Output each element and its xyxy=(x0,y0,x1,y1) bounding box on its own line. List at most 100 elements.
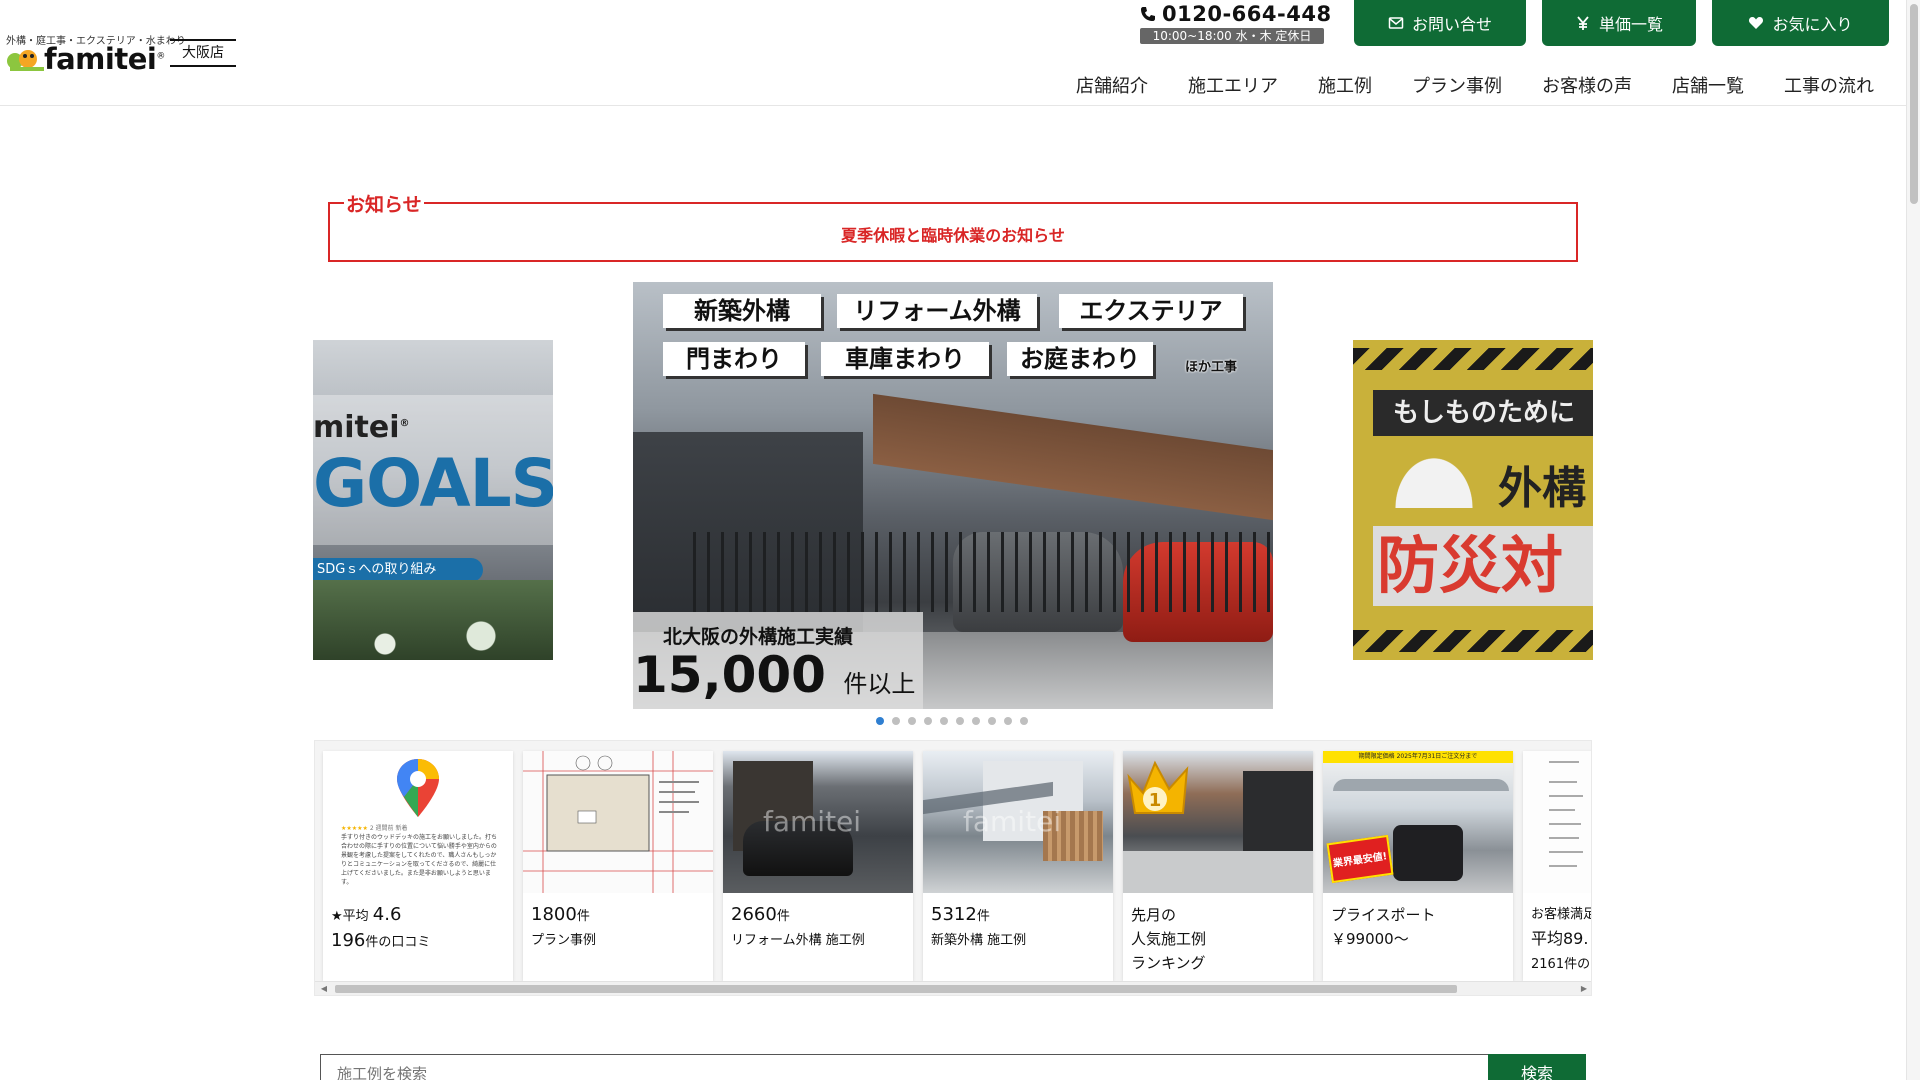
nav-process[interactable]: 工事の流れ xyxy=(1764,72,1874,98)
favorites-button[interactable]: お気に入り xyxy=(1712,0,1889,46)
campaign-banner: 期間限定価格 2025年7月31日ご注文分まで xyxy=(1323,751,1513,763)
carousel-dot[interactable] xyxy=(892,717,900,725)
carousel-dot[interactable] xyxy=(876,717,884,725)
card-ranking[interactable]: 1 先月の 人気施工例 ランキング xyxy=(1123,751,1313,981)
card-image xyxy=(1523,751,1591,893)
card-reform-works[interactable]: famitei 2660件 リフォーム外構 施工例 xyxy=(723,751,913,981)
carousel-dot[interactable] xyxy=(988,717,996,725)
card-image: 1 xyxy=(1123,751,1313,893)
slide-heading: もしものために xyxy=(1373,390,1593,436)
card-text: お客様満足度 平均89. 2161件の xyxy=(1531,907,1591,972)
carousel-slide-prev[interactable]: mitei® GOALS SDGｓへの取り組み xyxy=(313,340,553,660)
card-satisfaction[interactable]: お客様満足度 平均89. 2161件の xyxy=(1523,751,1591,981)
card-image xyxy=(523,751,713,893)
slide-brand: mitei® xyxy=(313,410,410,445)
card-text: 先月の 人気施工例 ランキング xyxy=(1131,906,1207,972)
card-text: プライスポート ￥99000～ xyxy=(1331,906,1436,948)
hazard-stripe xyxy=(1353,348,1593,370)
phone-number[interactable]: 0120-664-448 xyxy=(1140,2,1331,26)
scroll-left-arrow-icon[interactable]: ◀ xyxy=(319,984,329,994)
carousel-dots xyxy=(876,717,1028,725)
carousel-dot[interactable] xyxy=(956,717,964,725)
review-excerpt: 手すり付きのウッドデッキの施工をお願いしました。打ち合わせの際に手すりの位置につ… xyxy=(341,834,498,886)
card-new-works[interactable]: famitei 5312件 新築外構 施工例 xyxy=(923,751,1113,981)
logo-wordmark: famitei® xyxy=(44,42,165,76)
heart-icon xyxy=(1749,17,1764,29)
logo-mark-icon xyxy=(7,50,44,71)
slide-tag: エクステリア xyxy=(1059,294,1243,328)
search-bar: 検索 xyxy=(320,1054,1586,1080)
business-hours: 10:00~18:00 水・木 定休日 xyxy=(1140,28,1324,44)
record-label: 北大阪の外構施工実績 xyxy=(663,626,854,648)
yen-icon xyxy=(1577,16,1589,30)
survey-sheet-image xyxy=(1549,761,1583,867)
notice-title: お知らせ xyxy=(344,190,424,217)
hazard-stripe xyxy=(1353,630,1593,652)
slide-tag: お庭まわり xyxy=(1007,342,1153,376)
search-button[interactable]: 検索 xyxy=(1488,1054,1586,1080)
floor-plan-image xyxy=(523,751,713,893)
notice-link[interactable]: 夏季休暇と臨時休業のお知らせ xyxy=(330,222,1576,246)
card-image: 期間限定価格 2025年7月31日ご注文分まで 業界最安値! xyxy=(1323,751,1513,893)
card-text: 2660件 リフォーム外構 施工例 xyxy=(731,904,865,948)
lowest-price-badge: 業界最安値! xyxy=(1326,834,1394,884)
card-image: ★★★★★ 2 週間前 新着 手すり付きのウッドデッキの施工をお願いしました。打… xyxy=(323,751,513,893)
main-nav: 店舗紹介 施工エリア 施工例 プラン事例 お客様の声 店舗一覧 工事の流れ xyxy=(1056,72,1874,98)
card-plans[interactable]: 1800件 プラン事例 xyxy=(523,751,713,981)
carousel-dot[interactable] xyxy=(972,717,980,725)
carousel-dot[interactable] xyxy=(1020,717,1028,725)
phone-block[interactable]: 0120-664-448 10:00~18:00 水・木 定休日 xyxy=(1140,2,1331,44)
crown-icon: 1 xyxy=(1127,760,1189,814)
notice-box: お知らせ 夏季休暇と臨時休業のお知らせ xyxy=(328,190,1578,262)
card-image: famitei xyxy=(923,751,1113,893)
gate-photo xyxy=(1243,771,1313,851)
carport-roof-photo xyxy=(1333,779,1509,791)
nav-store-list[interactable]: 店舗一覧 xyxy=(1652,72,1764,98)
contact-button[interactable]: お問い合せ xyxy=(1354,0,1526,46)
slide-tag-extra: ほか工事 xyxy=(1185,360,1238,375)
nav-plans[interactable]: プラン事例 xyxy=(1392,72,1522,98)
carousel-dot[interactable] xyxy=(908,717,916,725)
scrollbar-thumb[interactable] xyxy=(335,985,1457,993)
slide-plants-photo xyxy=(313,580,553,660)
slide-bousai-text: 防災対 xyxy=(1373,526,1593,606)
nav-works[interactable]: 施工例 xyxy=(1298,72,1392,98)
card-text: 5312件 新築外構 施工例 xyxy=(931,904,1027,948)
carousel-dot[interactable] xyxy=(924,717,932,725)
svg-text:1: 1 xyxy=(1149,790,1162,811)
map-pin-icon xyxy=(397,759,439,817)
helmet-icon xyxy=(1389,450,1479,508)
slide-tag: リフォーム外構 xyxy=(837,294,1037,328)
site-logo[interactable]: 外構・庭工事・エクステリア・水まわり famitei® xyxy=(6,32,186,76)
search-input[interactable] xyxy=(320,1054,1488,1080)
page-scrollbar[interactable] xyxy=(1906,0,1920,1080)
record-count: 15,000 件以上 xyxy=(633,646,916,704)
watermark: famitei xyxy=(763,805,862,838)
record-box: 北大阪の外構施工実績 15,000 件以上 xyxy=(633,612,923,709)
carport-roof xyxy=(873,393,1273,521)
page-scrollbar-thumb[interactable] xyxy=(1910,4,1918,204)
nav-service-area[interactable]: 施工エリア xyxy=(1168,72,1298,98)
nav-customer-voices[interactable]: お客様の声 xyxy=(1522,72,1652,98)
slide-subheading: 外構 xyxy=(1498,463,1586,514)
carousel-dot[interactable] xyxy=(1004,717,1012,725)
cards-scrollbar[interactable]: ◀ ▶ xyxy=(315,981,1591,995)
carousel-slide-current[interactable]: 新築外構 リフォーム外構 エクステリア 門まわり 車庫まわり お庭まわり ほか工… xyxy=(633,282,1273,709)
card-google-reviews[interactable]: ★★★★★ 2 週間前 新着 手すり付きのウッドデッキの施工をお願いしました。打… xyxy=(323,751,513,981)
car-photo xyxy=(1393,825,1463,881)
slide-tag: 門まわり xyxy=(663,342,805,376)
card-price-port[interactable]: 期間限定価格 2025年7月31日ご注文分まで 業界最安値! プライスポート ￥… xyxy=(1323,751,1513,981)
slide-tag: 車庫まわり xyxy=(821,342,989,376)
card-text: ★平均 4.6 196件の口コミ xyxy=(331,904,431,951)
carousel-dot[interactable] xyxy=(940,717,948,725)
stats-cards-strip: ★★★★★ 2 週間前 新着 手すり付きのウッドデッキの施工をお願いしました。打… xyxy=(314,740,1592,996)
scroll-right-arrow-icon[interactable]: ▶ xyxy=(1579,984,1589,994)
price-list-button[interactable]: 単価一覧 xyxy=(1542,0,1696,46)
phone-icon xyxy=(1141,7,1155,21)
nav-store-intro[interactable]: 店舗紹介 xyxy=(1056,72,1168,98)
concrete-photo xyxy=(1123,851,1313,893)
store-name: 大阪店 xyxy=(170,39,236,67)
carousel-slide-next[interactable]: もしものために 外構 防災対 xyxy=(1353,340,1593,660)
card-text: 1800件 プラン事例 xyxy=(531,904,597,948)
watermark: famitei xyxy=(963,805,1062,838)
